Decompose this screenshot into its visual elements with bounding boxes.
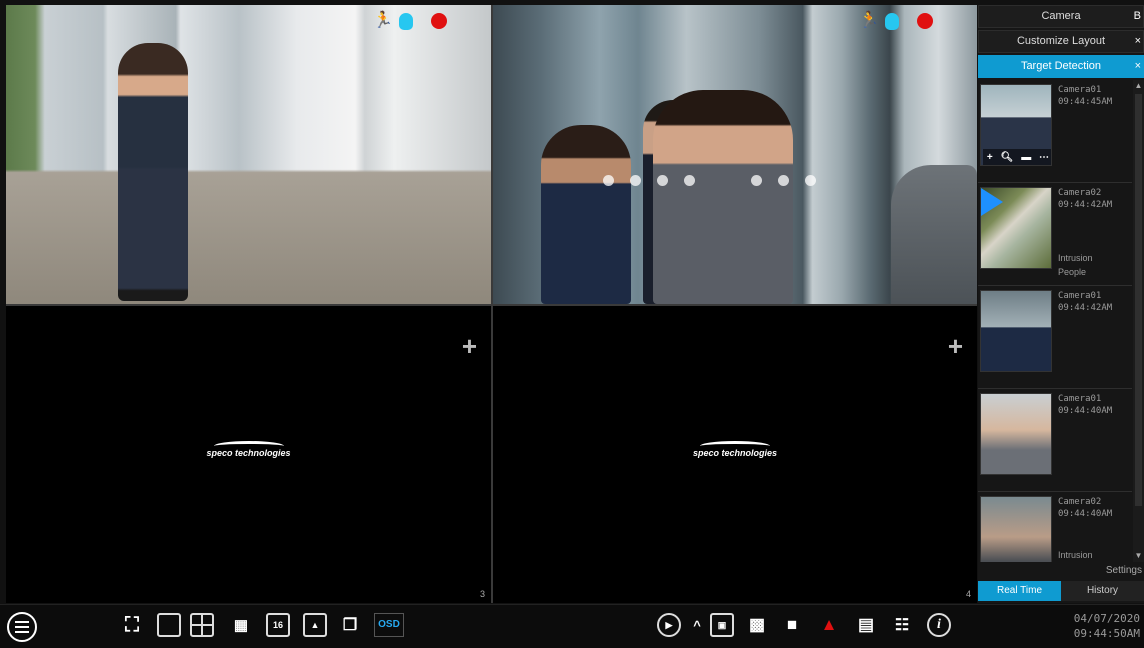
detection-point bbox=[684, 175, 695, 186]
grid-divider bbox=[6, 304, 977, 306]
detection-point bbox=[603, 175, 614, 186]
add-icon[interactable]: + bbox=[987, 152, 993, 163]
item-meta: Camera02 09:44:40AM Intrusion bbox=[1058, 497, 1113, 560]
search-icon[interactable]: 🔍︎ bbox=[1001, 152, 1014, 163]
chevron-up-icon[interactable]: ^ bbox=[685, 613, 709, 637]
snapshot-thumbnail[interactable] bbox=[980, 393, 1052, 475]
nvr-live-view: 🏃 🏃 + speco technologies 3 + speco techn… bbox=[0, 0, 1144, 648]
target-detection-header[interactable]: Target Detection × bbox=[978, 55, 1144, 78]
detection-point bbox=[657, 175, 668, 186]
sequence-icon[interactable]: ❐ bbox=[338, 613, 362, 637]
snapshot-icon[interactable]: ▣ bbox=[710, 613, 734, 637]
list-item[interactable]: + 🔍︎ ▬ ⋯ Camera01 09:44:45AM bbox=[978, 80, 1132, 183]
tab-history[interactable]: History bbox=[1061, 581, 1144, 601]
detection-point bbox=[805, 175, 816, 186]
add-camera-icon[interactable]: + bbox=[948, 333, 963, 359]
channel-1-status: 🏃 bbox=[373, 12, 447, 30]
list-scrollbar[interactable]: ▲ ▼ bbox=[1133, 80, 1144, 562]
clock-time: 09:44:50AM bbox=[1073, 627, 1140, 640]
motion-icon: 🏃 bbox=[859, 12, 879, 29]
osd-button[interactable]: OSD bbox=[374, 613, 404, 637]
close-icon[interactable]: × bbox=[1135, 56, 1141, 77]
sixteen-view-icon[interactable]: 16 bbox=[266, 613, 290, 637]
network-icon[interactable]: ☷ bbox=[890, 613, 914, 637]
item-meta: Camera01 09:44:42AM bbox=[1058, 291, 1113, 313]
scroll-down-icon[interactable]: ▼ bbox=[1133, 550, 1144, 562]
detection-point bbox=[778, 175, 789, 186]
play-icon[interactable]: ▶ bbox=[657, 613, 681, 637]
detection-point bbox=[751, 175, 762, 186]
add-camera-icon[interactable]: + bbox=[462, 333, 477, 359]
mannequin-figure bbox=[891, 165, 977, 304]
channel-3-tile[interactable]: + speco technologies 3 bbox=[6, 306, 491, 603]
face-detection-icon bbox=[885, 12, 899, 30]
scrollbar-thumb[interactable] bbox=[1135, 94, 1142, 506]
recording-icon bbox=[917, 13, 933, 29]
channel-number: 4 bbox=[965, 589, 971, 599]
tab-real-time[interactable]: Real Time bbox=[978, 581, 1061, 601]
list-item[interactable]: Camera01 09:44:42AM bbox=[978, 286, 1132, 389]
detection-list: + 🔍︎ ▬ ⋯ Camera01 09:44:45AM Camera02 09… bbox=[978, 80, 1132, 562]
brand-logo: speco technologies bbox=[206, 441, 291, 458]
list-item[interactable]: Camera02 09:44:40AM Intrusion bbox=[978, 492, 1132, 562]
bottom-toolbar: ⛶ ▦ 16 ▲ ❐ OSD ▶ ^ ▣ ▩ ■ ▲ ▤ ☷ i 04/07/2… bbox=[0, 604, 1144, 648]
camera-header[interactable]: Camera B bbox=[978, 5, 1144, 28]
customize-layout-header[interactable]: Customize Layout × bbox=[978, 30, 1144, 53]
manual-record-icon[interactable]: ▩ bbox=[745, 613, 769, 637]
detection-points bbox=[603, 175, 816, 186]
single-view-icon[interactable] bbox=[157, 613, 181, 637]
snapshot-thumbnail[interactable] bbox=[980, 290, 1052, 372]
channel-1-tile[interactable]: 🏃 bbox=[6, 5, 491, 304]
person-figure bbox=[118, 43, 188, 301]
audio-icon[interactable]: ■ bbox=[780, 613, 804, 637]
nine-view-icon[interactable]: ▦ bbox=[229, 613, 253, 637]
face-detection-icon bbox=[399, 12, 413, 30]
close-icon[interactable]: × bbox=[1135, 31, 1141, 52]
item-meta: Camera01 09:44:40AM bbox=[1058, 394, 1113, 416]
thumbnail-actions: + 🔍︎ ▬ ⋯ bbox=[983, 149, 1051, 165]
channel-number: 3 bbox=[479, 589, 485, 599]
channel-2-status: 🏃 bbox=[859, 12, 933, 30]
snapshot-thumbnail[interactable]: + 🔍︎ ▬ ⋯ bbox=[980, 84, 1052, 166]
video-icon[interactable]: ▬ bbox=[1021, 152, 1031, 163]
snapshot-thumbnail[interactable] bbox=[980, 187, 1052, 269]
item-meta: Camera01 09:44:45AM bbox=[1058, 85, 1113, 107]
disk-icon[interactable]: ▤ bbox=[854, 613, 878, 637]
recording-icon bbox=[431, 13, 447, 29]
more-icon[interactable]: ⋯ bbox=[1039, 152, 1049, 163]
camera-feed-image bbox=[6, 5, 491, 304]
scroll-up-icon[interactable]: ▲ bbox=[1133, 80, 1144, 92]
person-figure bbox=[653, 90, 793, 304]
system-clock: 04/07/2020 09:44:50AM bbox=[1074, 611, 1140, 641]
list-item[interactable]: Camera02 09:44:42AM Intrusion People bbox=[978, 183, 1132, 286]
quad-view-icon[interactable] bbox=[190, 613, 214, 637]
video-grid: 🏃 🏃 + speco technologies 3 + speco techn… bbox=[6, 5, 977, 603]
info-icon[interactable]: i bbox=[927, 613, 951, 637]
channel-2-tile[interactable]: 🏃 bbox=[493, 5, 977, 304]
side-panel: Camera B Customize Layout × Target Detec… bbox=[978, 5, 1144, 603]
brand-logo: speco technologies bbox=[693, 441, 777, 458]
motion-icon: 🏃 bbox=[373, 12, 393, 29]
detection-point bbox=[630, 175, 641, 186]
list-item[interactable]: Camera01 09:44:40AM bbox=[978, 389, 1132, 492]
fullscreen-icon[interactable]: ⛶ bbox=[120, 613, 144, 637]
custom-layout-icon[interactable]: ▲ bbox=[303, 613, 327, 637]
channel-4-tile[interactable]: + speco technologies 4 bbox=[493, 306, 977, 603]
menu-icon[interactable] bbox=[7, 612, 37, 642]
panel-tabs: Real Time History bbox=[978, 581, 1144, 601]
settings-link[interactable]: Settings bbox=[1106, 565, 1142, 576]
person-figure bbox=[541, 125, 631, 304]
play-marker-icon bbox=[981, 188, 1003, 216]
clock-date: 04/07/2020 bbox=[1073, 612, 1140, 625]
alarm-icon[interactable]: ▲ bbox=[817, 613, 841, 637]
item-meta: Camera02 09:44:42AM Intrusion People bbox=[1058, 188, 1113, 277]
snapshot-thumbnail[interactable] bbox=[980, 496, 1052, 562]
